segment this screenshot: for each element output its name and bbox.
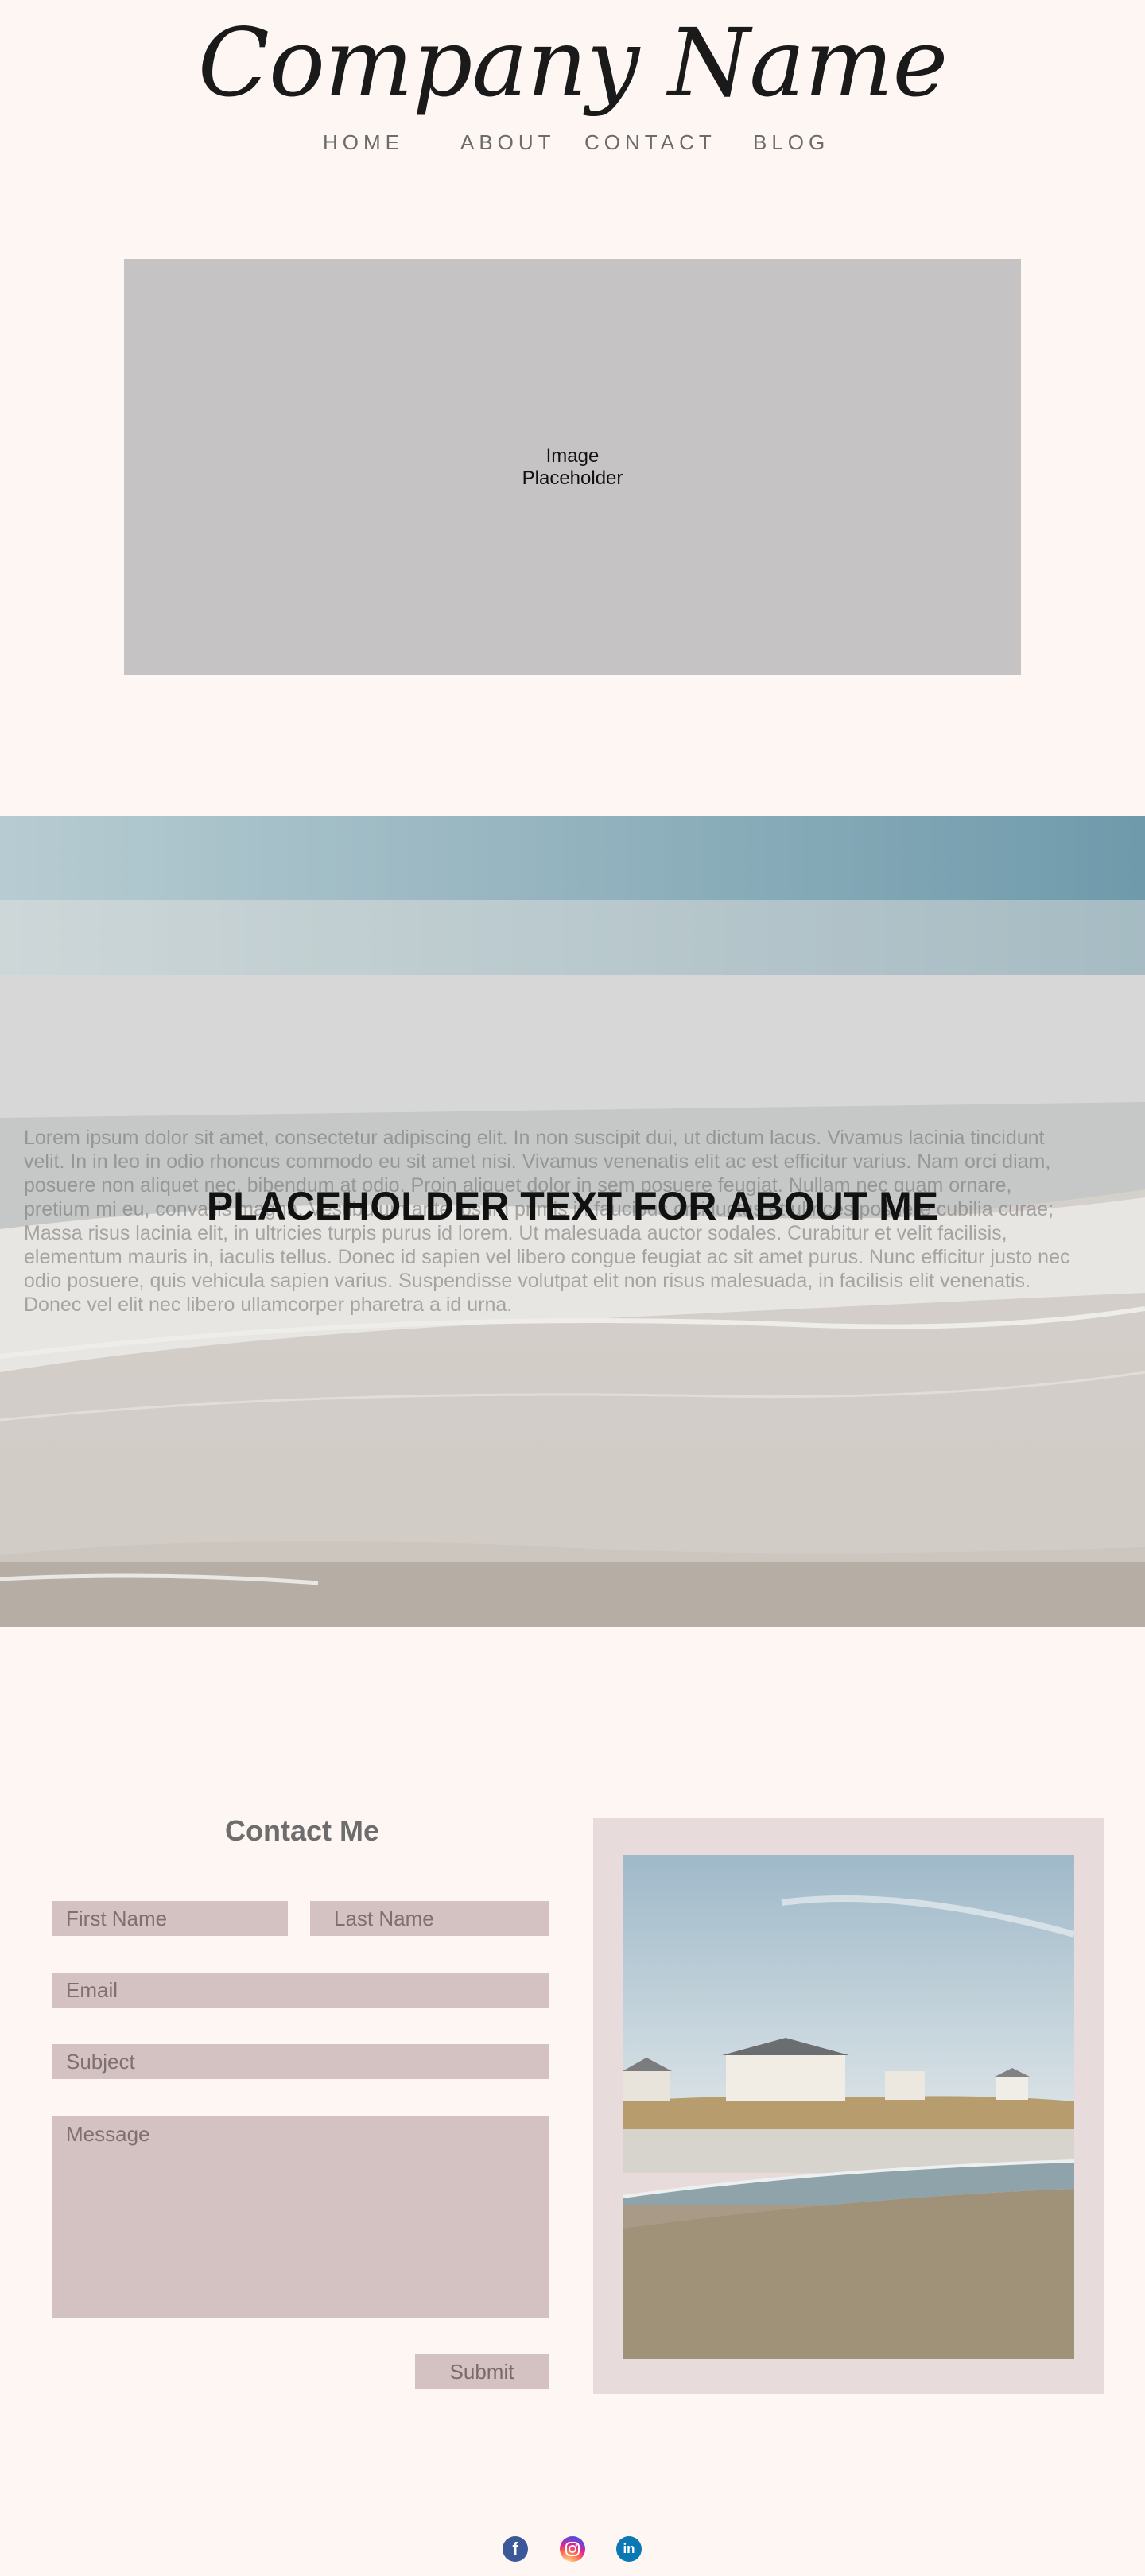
email-field[interactable]	[52, 1973, 549, 2008]
nav-contact[interactable]: CONTACT	[584, 130, 716, 155]
hero-placeholder-line1: Image	[545, 444, 600, 467]
about-section: Lorem ipsum dolor sit amet, consectetur …	[0, 816, 1145, 1627]
about-title: PLACEHOLDER TEXT FOR ABOUT ME	[206, 1184, 939, 1228]
main-nav: HOME ABOUT CONTACT BLOG	[0, 130, 1145, 157]
nav-home[interactable]: HOME	[323, 130, 404, 155]
contact-title: Contact Me	[224, 1814, 379, 1847]
hero-image-placeholder: Image Placeholder	[124, 259, 1021, 675]
logo[interactable]: Company Name	[0, 6, 1145, 126]
instagram-glyph	[565, 2542, 580, 2556]
hero-placeholder-line2: Placeholder	[522, 467, 623, 489]
facebook-glyph: f	[512, 2539, 518, 2559]
beach-houses-photo	[623, 1855, 1074, 2359]
instagram-icon[interactable]	[560, 2536, 585, 2562]
first-name-field[interactable]	[52, 1901, 288, 1936]
submit-button[interactable]: Submit	[415, 2354, 549, 2389]
contact-photo-frame	[593, 1818, 1104, 2394]
subject-field[interactable]	[52, 2044, 549, 2079]
linkedin-glyph: in	[623, 2541, 635, 2556]
nav-blog[interactable]: BLOG	[753, 130, 829, 155]
last-name-field[interactable]	[310, 1901, 549, 1936]
facebook-icon[interactable]: f	[503, 2536, 528, 2562]
nav-about[interactable]: ABOUT	[460, 130, 556, 155]
logo-text: Company Name	[198, 8, 948, 118]
linkedin-icon[interactable]: in	[616, 2536, 642, 2562]
message-field[interactable]	[52, 2116, 549, 2318]
